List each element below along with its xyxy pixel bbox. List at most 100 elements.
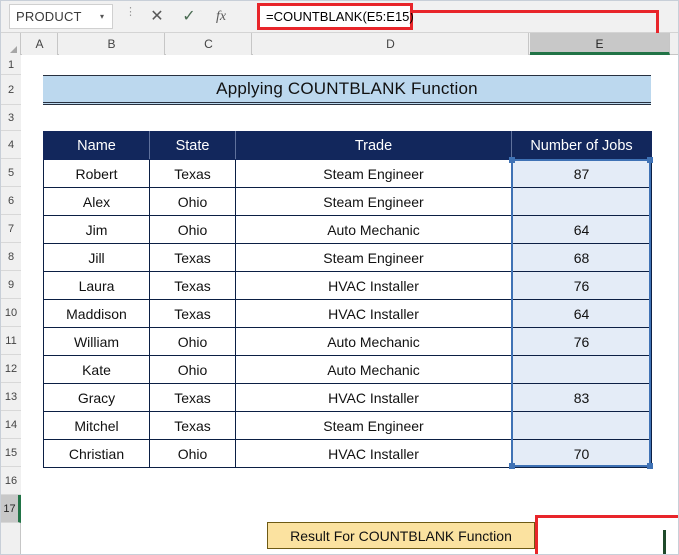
cell-state[interactable]: Texas [149,299,236,328]
cell-name[interactable]: Maddison [43,299,150,328]
cell-name[interactable]: Kate [43,355,150,384]
table-row: Maddison Texas HVAC Installer 64 [43,299,652,328]
row-header-14[interactable]: 14 [1,411,21,439]
column-header-b[interactable]: B [59,33,165,55]
confirm-formula-icon[interactable]: ✓ [177,5,201,29]
table-row: Gracy Texas HVAC Installer 83 [43,383,652,412]
cell-trade[interactable]: Auto Mechanic [235,355,512,384]
cell-name[interactable]: Jim [43,215,150,244]
cell-state[interactable]: Ohio [149,355,236,384]
cell-state[interactable]: Ohio [149,215,236,244]
more-options-icon[interactable]: ⋮ [125,7,136,25]
cell-name[interactable]: Robert [43,159,150,188]
row-header-16[interactable]: 16 [1,467,21,495]
cell-trade[interactable]: Steam Engineer [235,159,512,188]
select-all-button[interactable] [1,33,21,55]
cell-state[interactable]: Ohio [149,439,236,468]
row-header-10[interactable]: 10 [1,299,21,327]
cell-jobs[interactable]: 70 [511,439,652,468]
row-header-15[interactable]: 15 [1,439,21,467]
cell-jobs[interactable] [511,187,652,216]
cell-trade[interactable]: Steam Engineer [235,243,512,272]
chevron-down-icon[interactable]: ▾ [92,12,112,21]
cell-name[interactable]: Christian [43,439,150,468]
cell-trade[interactable]: HVAC Installer [235,439,512,468]
cell-name[interactable]: Mitchel [43,411,150,440]
row-header-17[interactable]: 17 [1,495,21,523]
row-header-7[interactable]: 7 [1,215,21,243]
table-row: Laura Texas HVAC Installer 76 [43,271,652,300]
annotation-line-horizontal [410,10,659,13]
cell-trade[interactable]: HVAC Installer [235,271,512,300]
worksheet-grid: Applying COUNTBLANK Function Name State … [22,55,678,554]
cell-name[interactable]: Gracy [43,383,150,412]
cell-state[interactable]: Ohio [149,187,236,216]
cell-trade[interactable]: Auto Mechanic [235,215,512,244]
cell-name[interactable]: Alex [43,187,150,216]
table-row: Alex Ohio Steam Engineer [43,187,652,216]
cell-trade[interactable]: Steam Engineer [235,411,512,440]
cell-jobs[interactable]: 64 [511,299,652,328]
column-title-state: State [149,131,236,160]
row-header-12[interactable]: 12 [1,355,21,383]
column-header-c[interactable]: C [166,33,252,55]
cell-jobs[interactable]: 87 [511,159,652,188]
row-header-13[interactable]: 13 [1,383,21,411]
cell-name[interactable]: Laura [43,271,150,300]
table-row: Jill Texas Steam Engineer 68 [43,243,652,272]
table-header-row: Name State Trade Number of Jobs [43,131,652,160]
name-box-value: PRODUCT [16,9,82,24]
column-title-name: Name [43,131,150,160]
table-row: Kate Ohio Auto Mechanic [43,355,652,384]
table-row: Robert Texas Steam Engineer 87 [43,159,652,188]
column-header-bar: A B C D E [1,33,678,55]
table-row: Mitchel Texas Steam Engineer [43,411,652,440]
table-row: Jim Ohio Auto Mechanic 64 [43,215,652,244]
formula-input[interactable]: =COUNTBLANK(E5:E15) [260,6,414,27]
row-header-5[interactable]: 5 [1,159,21,187]
cell-jobs[interactable]: 83 [511,383,652,412]
data-table: Name State Trade Number of Jobs Robert Te… [43,131,652,468]
cancel-formula-icon[interactable]: ✕ [145,5,169,29]
cell-jobs[interactable] [511,411,652,440]
cell-jobs[interactable]: 68 [511,243,652,272]
column-header-d[interactable]: D [253,33,529,55]
cell-trade[interactable]: Auto Mechanic [235,327,512,356]
row-header-8[interactable]: 8 [1,243,21,271]
column-title-trade: Trade [235,131,512,160]
row-header-1[interactable]: 1 [1,55,21,75]
cell-trade[interactable]: Steam Engineer [235,187,512,216]
column-header-a[interactable]: A [22,33,58,55]
insert-function-icon[interactable]: fx [209,5,233,29]
column-title-jobs: Number of Jobs [511,131,652,160]
cell-trade[interactable]: HVAC Installer [235,299,512,328]
result-label-cell[interactable]: Result For COUNTBLANK Function [267,522,535,549]
cell-state[interactable]: Ohio [149,327,236,356]
cell-state[interactable]: Texas [149,159,236,188]
cell-jobs[interactable]: 64 [511,215,652,244]
cell-name[interactable]: Jill [43,243,150,272]
cell-state[interactable]: Texas [149,271,236,300]
table-row: William Ohio Auto Mechanic 76 [43,327,652,356]
row-header-11[interactable]: 11 [1,327,21,355]
result-formula-cell[interactable]: =COUNTBLANK( E5:E15) [535,515,678,554]
sheet-title-banner: Applying COUNTBLANK Function [43,75,651,105]
cell-jobs[interactable]: 76 [511,327,652,356]
row-header-bar: 1 2 3 4 5 6 7 8 9 10 11 12 13 14 15 16 17 [1,55,21,554]
row-header-3[interactable]: 3 [1,105,21,131]
cell-jobs[interactable] [511,355,652,384]
row-header-2[interactable]: 2 [1,75,21,105]
formula-input-highlight: =COUNTBLANK(E5:E15) [257,3,414,30]
cell-jobs[interactable]: 76 [511,271,652,300]
cell-state[interactable]: Texas [149,411,236,440]
row-header-6[interactable]: 6 [1,187,21,215]
cell-state[interactable]: Texas [149,383,236,412]
formula-bar: PRODUCT ▾ ⋮ ✕ ✓ fx =COUNTBLANK(E5:E15) [1,1,678,33]
row-header-4[interactable]: 4 [1,131,21,159]
cell-name[interactable]: William [43,327,150,356]
cell-state[interactable]: Texas [149,243,236,272]
column-header-e[interactable]: E [530,33,670,55]
cell-trade[interactable]: HVAC Installer [235,383,512,412]
row-header-9[interactable]: 9 [1,271,21,299]
name-box[interactable]: PRODUCT ▾ [9,4,113,29]
